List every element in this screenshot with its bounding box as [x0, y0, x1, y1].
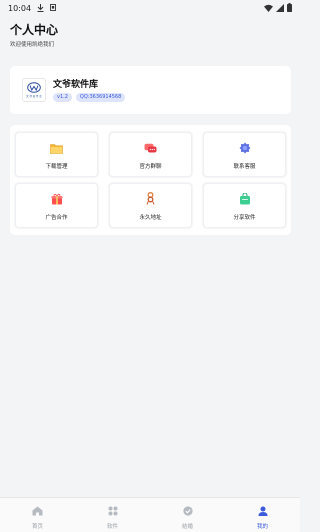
qq-badge[interactable]: QQ:3636914568 [75, 92, 126, 102]
nav-label: 结婚 [181, 523, 193, 530]
menu-label: 联系客服 [233, 164, 256, 170]
battery-icon [287, 3, 292, 14]
folder-icon [50, 139, 63, 158]
share-icon [239, 190, 251, 209]
menu-item-permanent-address[interactable]: 永久地址 [109, 183, 192, 228]
gift-icon [51, 190, 63, 209]
nav-item-mine[interactable]: 我的 [233, 501, 293, 530]
profile-card[interactable]: 文 爷 软 件 库 文爷软件库 v1.2 QQ:3636914568 [10, 66, 291, 114]
nav-item-third[interactable]: 结婚 [158, 501, 218, 530]
app-logo-icon: 文 爷 软 件 库 [22, 78, 46, 102]
app-name: 文爷软件库 [53, 79, 99, 90]
check-circle-icon [182, 501, 193, 520]
menu-item-official-group[interactable]: 官方群聊 [109, 132, 192, 177]
wifi-icon [264, 4, 273, 14]
chat-icon [144, 139, 157, 158]
menu-item-share-app[interactable]: 分享软件 [203, 183, 286, 228]
page-subtitle: 欢迎使用凯绝我们 [10, 42, 55, 48]
bottom-nav: 首页 软件 结婚 我的 [0, 497, 300, 532]
nav-item-home[interactable]: 首页 [8, 501, 68, 530]
page-title: 个人中心 [10, 23, 59, 37]
grid-icon [108, 501, 118, 520]
nav-label: 软件 [106, 523, 118, 530]
menu-label: 分享软件 [233, 215, 256, 221]
home-icon [32, 501, 43, 520]
signal-icon [276, 3, 284, 14]
customer-service-icon [239, 139, 251, 158]
user-icon [258, 501, 268, 520]
notification-icon [50, 4, 57, 13]
nav-label: 我的 [256, 523, 268, 530]
menu-label: 永久地址 [139, 215, 162, 221]
clock: 10:04 [8, 4, 32, 13]
menu-label: 下载管理 [45, 164, 68, 170]
menu-item-download-manager[interactable]: 下载管理 [15, 132, 98, 177]
download-icon [37, 3, 44, 14]
menu-label: 广告合作 [45, 215, 68, 221]
status-bar: 10:04 [0, 0, 300, 16]
menu-label: 官方群聊 [139, 164, 162, 170]
version-badge: v1.2 [53, 92, 72, 102]
page-header: 个人中心 欢迎使用凯绝我们 [0, 16, 300, 48]
nav-item-software[interactable]: 软件 [83, 501, 143, 530]
menu-item-ad-cooperation[interactable]: 广告合作 [15, 183, 98, 228]
menu-item-contact-support[interactable]: 联系客服 [203, 132, 286, 177]
menu-panel: 下载管理 官方群聊 联系客服 广告合作 永久地址 分享软件 [10, 125, 291, 235]
link-icon [145, 190, 156, 209]
logo-text: 文 爷 软 件 库 [26, 95, 42, 98]
nav-label: 首页 [31, 523, 43, 530]
